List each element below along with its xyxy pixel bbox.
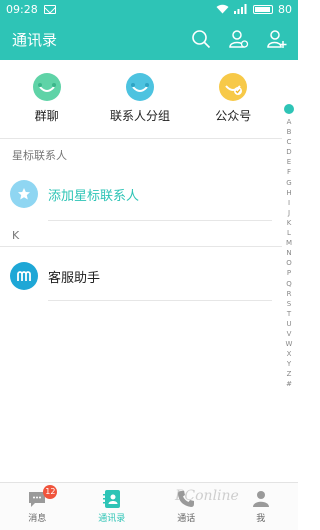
signal-icon [234,4,247,14]
official-accounts-label: 公众号 [215,108,252,123]
bottom-nav: 12 消息 通讯录 通话 我 [0,482,298,530]
index-letter[interactable]: G [286,178,291,188]
index-letter[interactable]: S [287,299,291,309]
add-starred-contact-row[interactable]: 添加星标联系人 [10,175,272,213]
add-contact-button[interactable] [266,28,288,50]
tab-me-label: 我 [256,514,266,524]
index-letter[interactable]: O [286,258,292,268]
index-letter[interactable]: J [288,208,290,218]
app-header: 通讯录 [0,18,298,60]
unread-badge: 12 [43,485,58,499]
alphabet-index[interactable]: A B C D E F G H I J K L M N O P Q R S T U V W X Y Z # [282,104,296,390]
index-letter[interactable]: A [287,117,292,127]
divider [0,246,282,247]
person-icon [250,489,272,509]
contact-row-kefu[interactable]: 客服助手 [10,257,272,295]
index-letter[interactable]: H [286,188,291,198]
divider [48,300,272,301]
contact-groups-label: 联系人分组 [109,108,170,123]
index-letter[interactable]: X [287,349,292,359]
person-settings-icon [229,30,249,48]
index-letter[interactable]: M [286,238,292,248]
index-letter[interactable]: I [288,198,290,208]
index-letter[interactable]: K [287,218,292,228]
contacts-book-icon [101,489,123,509]
divider [0,138,282,139]
tab-messages[interactable]: 12 消息 [7,485,67,524]
k-section-header: K [12,229,20,242]
starred-section-header: 星标联系人 [12,149,67,162]
page-title: 通讯录 [12,30,58,49]
tab-contacts[interactable]: 通讯录 [82,489,142,524]
search-button[interactable] [190,28,212,50]
star-icon [10,180,38,208]
wifi-icon [216,4,229,14]
watermark: PConline [175,488,239,504]
kefu-avatar [10,262,38,290]
manage-contacts-button[interactable] [228,28,250,50]
index-letter[interactable]: P [287,268,291,278]
contact-groups-entry[interactable]: 联系人分组 [95,72,185,124]
index-letter[interactable]: # [286,379,292,389]
battery-icon [253,4,273,14]
index-letter[interactable]: Y [287,359,291,369]
tab-me[interactable]: 我 [231,489,291,524]
group-chat-entry[interactable]: 群聊 [2,72,92,124]
index-letter[interactable]: F [287,167,291,177]
quick-entries: 群聊 联系人分组 公众号 [0,60,280,136]
index-letter[interactable]: Q [286,279,292,289]
tab-contacts-label: 通讯录 [98,514,126,524]
contact-name-kefu: 客服助手 [48,270,101,286]
official-accounts-entry[interactable]: 公众号 [188,72,278,124]
index-letter[interactable]: C [287,137,292,147]
index-letter[interactable]: B [287,127,292,137]
group-chat-label: 群聊 [34,108,59,123]
add-starred-contact-label: 添加星标联系人 [48,188,140,204]
battery-level: 80 [278,2,292,16]
index-letter[interactable]: R [287,289,292,299]
status-bar: 09:28 80 [0,0,298,18]
tab-messages-label: 消息 [28,514,47,524]
search-icon [192,30,211,49]
index-top-dot[interactable] [284,104,294,114]
index-letter[interactable]: W [286,339,293,349]
index-letter[interactable]: D [286,147,291,157]
index-letter[interactable]: N [286,248,291,258]
contact-groups-icon [125,72,154,101]
index-letter[interactable]: E [287,157,291,167]
group-chat-icon [32,72,61,101]
divider [48,220,272,221]
official-accounts-icon [219,72,248,101]
index-letter[interactable]: V [287,329,292,339]
index-letter[interactable]: L [287,228,291,238]
mail-notification-icon [43,4,56,14]
index-letter[interactable]: T [287,309,291,319]
index-letter[interactable]: Z [287,369,292,379]
status-time: 09:28 [6,2,38,16]
index-letter[interactable]: U [286,319,291,329]
tab-calls-label: 通话 [177,514,196,524]
add-person-icon [267,30,287,48]
